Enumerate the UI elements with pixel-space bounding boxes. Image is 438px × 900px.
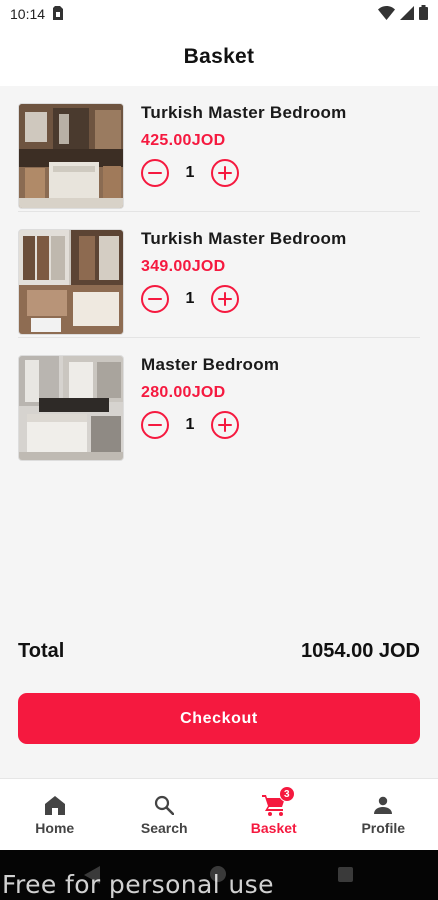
increase-quantity-button[interactable]: [211, 159, 239, 187]
total-row: Total 1054.00 JOD: [18, 640, 420, 663]
basket-item[interactable]: Turkish Master Bedroom 349.00JOD 1: [18, 212, 420, 338]
nav-item-search[interactable]: Search: [110, 779, 220, 850]
search-icon: [151, 793, 177, 817]
cart-count-badge: 3: [278, 786, 295, 802]
person-icon: [370, 793, 396, 817]
quantity-stepper: 1: [141, 411, 239, 439]
decrease-quantity-button[interactable]: [141, 285, 169, 313]
product-price: 280.00JOD: [141, 384, 226, 401]
quantity-value: 1: [185, 416, 195, 433]
battery-icon: [419, 5, 428, 23]
home-icon: [42, 793, 68, 817]
quantity-stepper: 1: [141, 159, 239, 187]
nav-label-search: Search: [140, 820, 188, 836]
product-name: Master Bedroom: [141, 355, 280, 374]
wifi-icon: [378, 5, 395, 23]
decrease-quantity-button[interactable]: [141, 159, 169, 187]
page-title: Basket: [183, 45, 255, 68]
product-image: [18, 355, 124, 461]
basket-list: Turkish Master Bedroom 425.00JOD 1 Turki…: [0, 86, 438, 464]
nav-item-basket[interactable]: 3 Basket: [219, 779, 329, 850]
product-name: Turkish Master Bedroom: [141, 229, 347, 248]
total-value: 1054.00 JOD: [301, 640, 420, 662]
nav-item-profile[interactable]: Profile: [329, 779, 438, 850]
product-price: 425.00JOD: [141, 132, 226, 149]
bottom-nav: Home Search 3 Basket Profile: [0, 778, 438, 850]
decrease-quantity-button[interactable]: [141, 411, 169, 439]
nav-item-home[interactable]: Home: [0, 779, 110, 850]
checkout-button[interactable]: Checkout: [18, 693, 420, 744]
nav-label-home: Home: [35, 820, 75, 836]
increase-quantity-button[interactable]: [211, 411, 239, 439]
cart-icon: 3: [261, 786, 295, 817]
product-name: Turkish Master Bedroom: [141, 103, 347, 122]
watermark-text: Free for personal use: [2, 870, 274, 899]
recent-apps-icon[interactable]: [338, 867, 353, 882]
product-price: 349.00JOD: [141, 258, 226, 275]
quantity-value: 1: [185, 164, 195, 181]
quantity-value: 1: [185, 290, 195, 307]
nav-label-basket: Basket: [250, 820, 297, 836]
quantity-stepper: 1: [141, 285, 239, 313]
product-image: [18, 229, 124, 335]
nav-label-profile: Profile: [361, 820, 406, 836]
app-header: Basket: [0, 28, 438, 86]
basket-item[interactable]: Turkish Master Bedroom 425.00JOD 1: [18, 86, 420, 212]
status-time: 10:14: [10, 6, 46, 22]
increase-quantity-button[interactable]: [211, 285, 239, 313]
signal-icon: [400, 5, 414, 23]
basket-item[interactable]: Master Bedroom 280.00JOD 1: [18, 338, 420, 464]
status-bar: 10:14: [0, 0, 438, 28]
product-image: [18, 103, 124, 209]
total-label: Total: [18, 640, 65, 662]
sim-card-icon: [53, 5, 64, 23]
